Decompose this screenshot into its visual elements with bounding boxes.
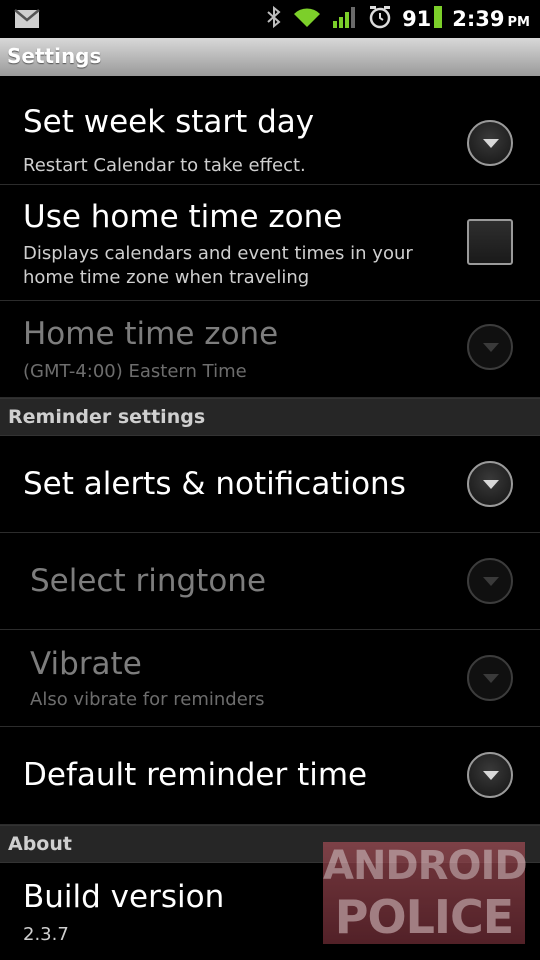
dropdown-arrow-icon — [483, 771, 499, 780]
setting-subtitle: Also vibrate for reminders — [30, 689, 265, 710]
setting-title: Select ringtone — [30, 563, 267, 599]
watermark-logo: ANDROID POLICE — [323, 842, 528, 944]
dropdown-button[interactable] — [467, 120, 513, 166]
setting-home-time-zone[interactable]: Home time zone (GMT-4:00) Eastern Time — [0, 301, 540, 398]
setting-title: Default reminder time — [23, 757, 368, 793]
battery-icon — [434, 5, 443, 33]
setting-title: Vibrate — [30, 646, 142, 682]
dropdown-button[interactable] — [467, 558, 513, 604]
setting-vibrate[interactable]: Vibrate Also vibrate for reminders — [0, 630, 540, 727]
setting-subtitle: Displays calendars and event times in yo… — [23, 243, 413, 288]
setting-subtitle: Restart Calendar to take effect. — [23, 155, 306, 176]
setting-default-reminder-time[interactable]: Default reminder time — [0, 727, 540, 825]
status-bar: 91 2:39 PM — [0, 0, 540, 38]
dropdown-arrow-icon — [483, 480, 499, 489]
setting-alerts-notifications[interactable]: Set alerts & notifications — [0, 436, 540, 533]
setting-subtitle: (GMT-4:00) Eastern Time — [23, 361, 247, 382]
title-bar: Settings — [0, 38, 540, 76]
home-time-zone-checkbox[interactable] — [467, 219, 513, 265]
section-title: About — [8, 833, 72, 855]
dropdown-arrow-icon — [483, 674, 499, 683]
dropdown-button[interactable] — [467, 655, 513, 701]
bluetooth-icon — [266, 5, 282, 33]
signal-icon — [332, 5, 358, 33]
battery-level-text: 91 — [402, 7, 432, 31]
dropdown-button[interactable] — [467, 324, 513, 370]
setting-title: Set week start day — [23, 104, 315, 140]
setting-select-ringtone[interactable]: Select ringtone — [0, 533, 540, 630]
alarm-icon — [368, 5, 392, 33]
dropdown-button[interactable] — [467, 752, 513, 798]
setting-title: Use home time zone — [23, 199, 343, 235]
page-title: Settings — [7, 44, 102, 68]
dropdown-arrow-icon — [483, 343, 499, 352]
setting-title: Set alerts & notifications — [23, 466, 406, 502]
setting-week-start-day[interactable]: Set week start day Restart Calendar to t… — [0, 86, 540, 185]
dropdown-arrow-icon — [483, 139, 499, 148]
wifi-icon — [292, 5, 322, 33]
setting-title: Home time zone — [23, 316, 279, 352]
section-title: Reminder settings — [8, 406, 206, 428]
gmail-notification-icon — [14, 9, 40, 33]
dropdown-arrow-icon — [483, 577, 499, 586]
dropdown-button[interactable] — [467, 461, 513, 507]
section-header-reminder-settings: Reminder settings — [0, 398, 540, 436]
clock: 2:39 PM — [452, 7, 530, 31]
setting-use-home-time-zone[interactable]: Use home time zone Displays calendars an… — [0, 185, 540, 301]
settings-list: Set week start day Restart Calendar to t… — [0, 76, 540, 960]
setting-title: Build version — [23, 879, 225, 915]
